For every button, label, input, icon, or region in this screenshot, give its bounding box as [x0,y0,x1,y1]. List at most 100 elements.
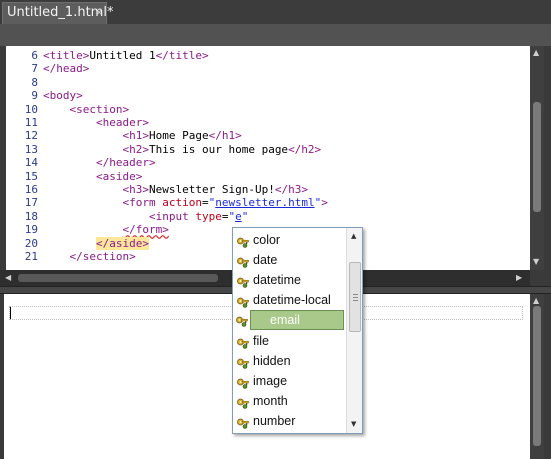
hint-item-label: image [253,373,288,388]
code-token: e [235,209,242,223]
code-token: </h2> [288,142,322,156]
hint-item-month[interactable]: month [233,391,346,411]
horizontal-scroll-thumb[interactable] [18,274,218,282]
code-scroll-thumb[interactable] [533,102,541,212]
code-token: " [241,209,249,223]
key-icon [237,415,249,429]
code-line[interactable]: <h2>This is our home page</h2> [43,143,321,156]
hint-item-date[interactable]: date [233,250,346,270]
scroll-up-icon[interactable]: ▲ [533,297,539,305]
design-scroll-thumb[interactable] [533,306,541,446]
code-token: <title> [43,49,90,62]
code-token: Untitled 1 [89,49,156,62]
hint-item-file[interactable]: file [233,331,346,351]
code-token: > [321,196,328,210]
code-line[interactable]: <title>Untitled 1</title> [43,49,209,62]
line-number: 18 [24,209,38,223]
code-line[interactable]: </aside> [43,236,149,250]
key-icon [237,395,249,409]
code-token: </form> [122,223,169,237]
code-token: Newsletter Sign-Up! [148,183,275,196]
code-line[interactable]: <h1>Home Page</h1> [43,129,242,143]
code-token: <h3> [122,183,149,196]
code-token: <section> [69,102,130,116]
line-number: 12 [24,129,38,143]
code-vertical-scrollbar[interactable]: ▲ ▼ [530,46,544,270]
hint-item-email[interactable]: email [236,310,344,331]
code-token: <body> [43,89,83,103]
code-token: </header> [95,156,156,170]
key-icon [237,375,249,389]
code-token: Home Page [148,129,209,143]
hint-item-label: datetime [253,273,301,288]
line-number: 6 [31,49,38,62]
editor-frame-top [0,24,551,46]
line-number: 19 [24,223,38,237]
hint-item-label: color [253,233,281,247]
hint-item-label: file [253,333,269,348]
tab-untitled-1[interactable]: Untitled_1.html* × [2,2,113,24]
code-hint-popup[interactable]: ▲ ▼ color date datetime datetime-local email… [232,227,363,434]
code-token: </aside> [95,236,149,250]
code-line[interactable]: <h3>Newsletter Sign-Up!</h3> [43,183,308,196]
hint-item-hidden[interactable]: hidden [233,351,346,371]
code-token: action [162,196,202,210]
code-token: </h3> [274,183,308,196]
hint-item-datetime[interactable]: datetime [233,270,346,290]
code-line[interactable]: <form action="newsletter.html"> [43,196,328,210]
code-line[interactable]: </form> [43,223,169,237]
line-number: 8 [31,75,38,89]
key-icon [237,254,249,268]
code-token: <form [122,196,163,210]
key-icon [237,294,249,309]
code-line[interactable]: <body> [43,89,83,102]
key-icon [237,335,249,349]
grip-line [353,300,358,301]
hint-item-color[interactable]: color [233,230,346,250]
grip-line [353,297,358,298]
line-number: 21 [24,250,38,263]
code-token: </h1> [208,129,242,143]
code-line[interactable]: </header> [43,156,156,169]
design-vertical-scrollbar[interactable]: ▲ [530,294,544,459]
code-line[interactable]: </head> [43,62,89,75]
key-icon [237,355,249,369]
scroll-right-icon[interactable]: ▶ [516,274,522,282]
scroll-down-icon[interactable]: ▼ [351,420,356,428]
popup-scroll-thumb[interactable] [349,262,361,332]
line-number: 13 [24,142,38,156]
hint-item-label: date [253,253,278,268]
code-line[interactable]: <section> [43,102,130,116]
scroll-up-icon[interactable]: ▲ [533,49,539,57]
code-token: <aside> [95,169,143,183]
line-number: 9 [31,89,38,103]
text-caret [10,307,11,319]
hint-item-datetime-local[interactable]: datetime-local [233,290,346,310]
close-icon[interactable]: × [95,3,103,23]
code-line[interactable]: <aside> [43,170,142,183]
code-token: <header> [95,116,149,129]
code-line[interactable]: </section> [43,250,136,263]
hint-item-image[interactable]: image [233,371,346,391]
code-line[interactable]: <input type="e" [43,210,248,223]
scroll-up-icon[interactable]: ▲ [351,232,356,240]
scroll-left-icon[interactable]: ◀ [5,274,11,282]
code-token: </section> [69,250,136,263]
scroll-down-icon[interactable]: ▼ [533,258,539,266]
hint-item-label: email [270,313,300,328]
hint-item-label: datetime-local [253,293,331,308]
key-icon [236,314,248,328]
popup-scrollbar[interactable]: ▲ ▼ [346,228,362,433]
hint-item-number[interactable]: number [233,411,346,431]
code-token: <h1> [122,129,149,143]
line-number: 14 [24,156,38,170]
code-line[interactable]: <header> [43,116,149,129]
